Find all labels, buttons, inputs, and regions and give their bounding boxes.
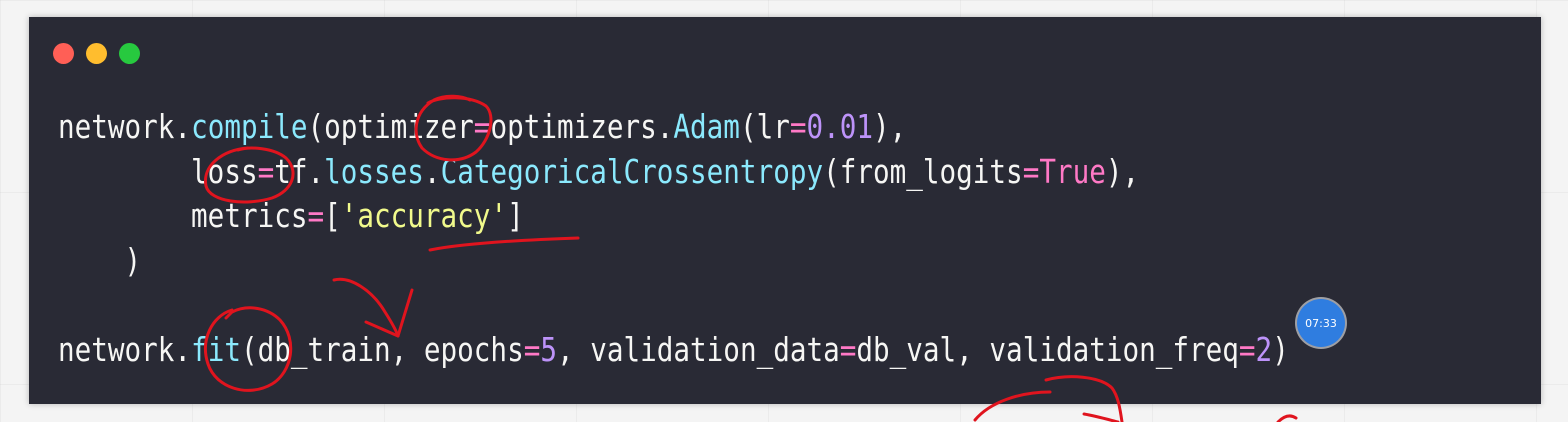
- code-token: =: [789, 108, 807, 146]
- minimize-dot[interactable]: [86, 43, 107, 64]
- code-token: network.: [58, 330, 192, 369]
- code-line: network.fit(db_train, epochs=5, validati…: [58, 328, 1289, 373]
- code-token: =: [839, 330, 857, 369]
- code-token: db_val, validation_freq: [856, 330, 1239, 369]
- code-token: (optimizer: [307, 108, 474, 146]
- code-token: network.: [58, 108, 192, 146]
- code-token: =: [473, 108, 491, 146]
- code-block: network.compile(optimizer=optimizers.Ada…: [58, 105, 1289, 372]
- code-token: Adam: [673, 108, 740, 146]
- code-token: optimizers.: [490, 108, 674, 146]
- code-token: 'accuracy': [340, 197, 508, 235]
- code-token: ): [1272, 330, 1289, 369]
- code-token: 2: [1255, 330, 1273, 369]
- code-token: 0.01: [806, 108, 874, 146]
- code-token: (from_logits: [823, 152, 1023, 191]
- code-token: loss: [58, 152, 258, 191]
- timer-badge[interactable]: 07:33: [1297, 299, 1345, 347]
- code-token: ]: [507, 197, 524, 235]
- timer-label: 07:33: [1305, 316, 1337, 330]
- code-token: 5: [540, 330, 557, 369]
- code-token: (lr: [739, 108, 790, 146]
- code-line: network.compile(optimizer=optimizers.Ada…: [58, 105, 1289, 150]
- code-token: compile: [191, 108, 308, 146]
- code-line: metrics=['accuracy']: [58, 194, 1289, 239]
- zoom-dot[interactable]: [119, 43, 140, 64]
- code-token: [: [324, 197, 341, 235]
- code-token: .: [423, 152, 441, 191]
- code-token: CategoricalCrossentropy: [440, 152, 824, 191]
- code-token: tf.: [274, 152, 325, 191]
- code-token: fit: [191, 330, 241, 369]
- code-token: =: [307, 197, 325, 235]
- code-token: True: [1039, 152, 1106, 191]
- code-token: ),: [1105, 152, 1140, 191]
- code-token: losses: [324, 152, 424, 191]
- code-token: =: [1238, 330, 1256, 369]
- code-token: =: [257, 152, 275, 191]
- code-line: ): [58, 239, 1289, 284]
- code-token: metrics: [58, 197, 308, 235]
- code-token: , validation_data: [556, 330, 840, 369]
- code-token: ),: [873, 108, 907, 146]
- code-token: =: [1022, 152, 1040, 191]
- close-dot[interactable]: [53, 43, 74, 64]
- window-controls: [53, 43, 140, 64]
- code-token: (db_train, epochs: [240, 330, 524, 369]
- code-line: loss=tf.losses.CategoricalCrossentropy(f…: [58, 150, 1289, 195]
- code-token: =: [523, 330, 541, 369]
- code-token: ): [58, 241, 142, 280]
